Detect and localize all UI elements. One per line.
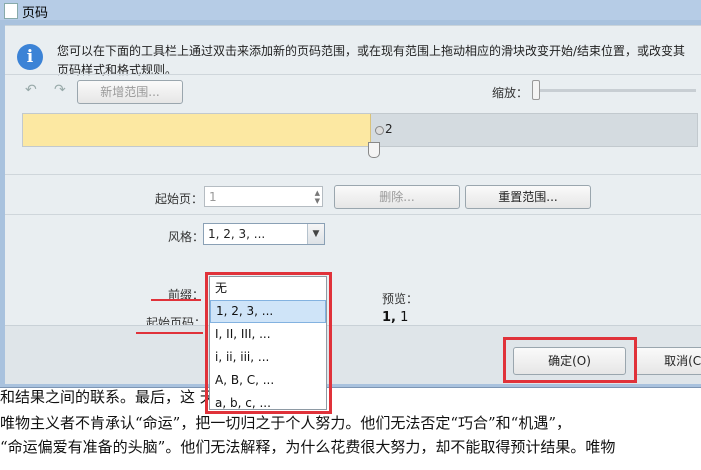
- zoom-label: 缩放：: [492, 86, 529, 100]
- start-page-label: 起始页：: [155, 192, 204, 206]
- redo-icon[interactable]: ↷: [54, 82, 66, 98]
- zoom-slider-track[interactable]: [536, 89, 696, 92]
- style-label: 风格：: [168, 230, 205, 244]
- style-select[interactable]: 1, 2, 3, ... ▼: [203, 223, 325, 245]
- style-selected-value: 1, 2, 3, ...: [208, 227, 266, 241]
- chevron-down-icon[interactable]: ▼: [307, 224, 324, 244]
- annotation-box-dropdown: [205, 272, 332, 414]
- divider: [5, 174, 701, 175]
- page-range-segment[interactable]: [23, 114, 371, 146]
- preview-label: 预览：: [382, 292, 419, 306]
- preview-value: 1, 1: [382, 310, 409, 325]
- range-slider-handle[interactable]: [368, 142, 380, 158]
- zoom-slider-thumb[interactable]: [532, 80, 540, 100]
- document-line: 唯物主义者不肯承认“命运”，把一切归之于个人努力。他们无法否定“巧合”和“机遇”…: [0, 414, 572, 432]
- undo-icon[interactable]: ↶: [25, 82, 37, 98]
- window-title: 页码: [22, 6, 49, 21]
- document-line: “命运偏爱有准备的头脑”。他们无法解释，为什么花费很大努力，却不能取得预计结果。…: [0, 438, 616, 456]
- title-bar[interactable]: 页码: [0, 0, 701, 21]
- add-range-button[interactable]: 新增范围...: [77, 80, 183, 104]
- range-end-label: 2: [385, 122, 393, 136]
- document-icon: [4, 3, 18, 19]
- start-page-value: 1: [209, 190, 217, 204]
- cancel-button[interactable]: 取消(C): [634, 347, 701, 375]
- range-end-marker: [375, 126, 384, 135]
- annotation-underline-start-number: [136, 332, 203, 334]
- divider: [5, 74, 701, 75]
- annotation-underline-prefix: [151, 299, 201, 301]
- divider: [5, 214, 701, 215]
- start-page-spinner[interactable]: 1 ▲ ▼: [204, 186, 323, 207]
- page-numbering-dialog: 页码 i 您可以在下面的工具栏上通过双击来添加新的页码范围，或在现有范围上拖动相…: [0, 0, 701, 388]
- info-icon: i: [17, 44, 43, 70]
- annotation-box-ok: [503, 337, 637, 383]
- spinner-arrows-icon[interactable]: ▲ ▼: [315, 189, 320, 205]
- page-range-bar[interactable]: 2: [22, 113, 698, 158]
- reset-range-button[interactable]: 重置范围...: [465, 185, 591, 209]
- delete-range-button[interactable]: 删除...: [334, 185, 460, 209]
